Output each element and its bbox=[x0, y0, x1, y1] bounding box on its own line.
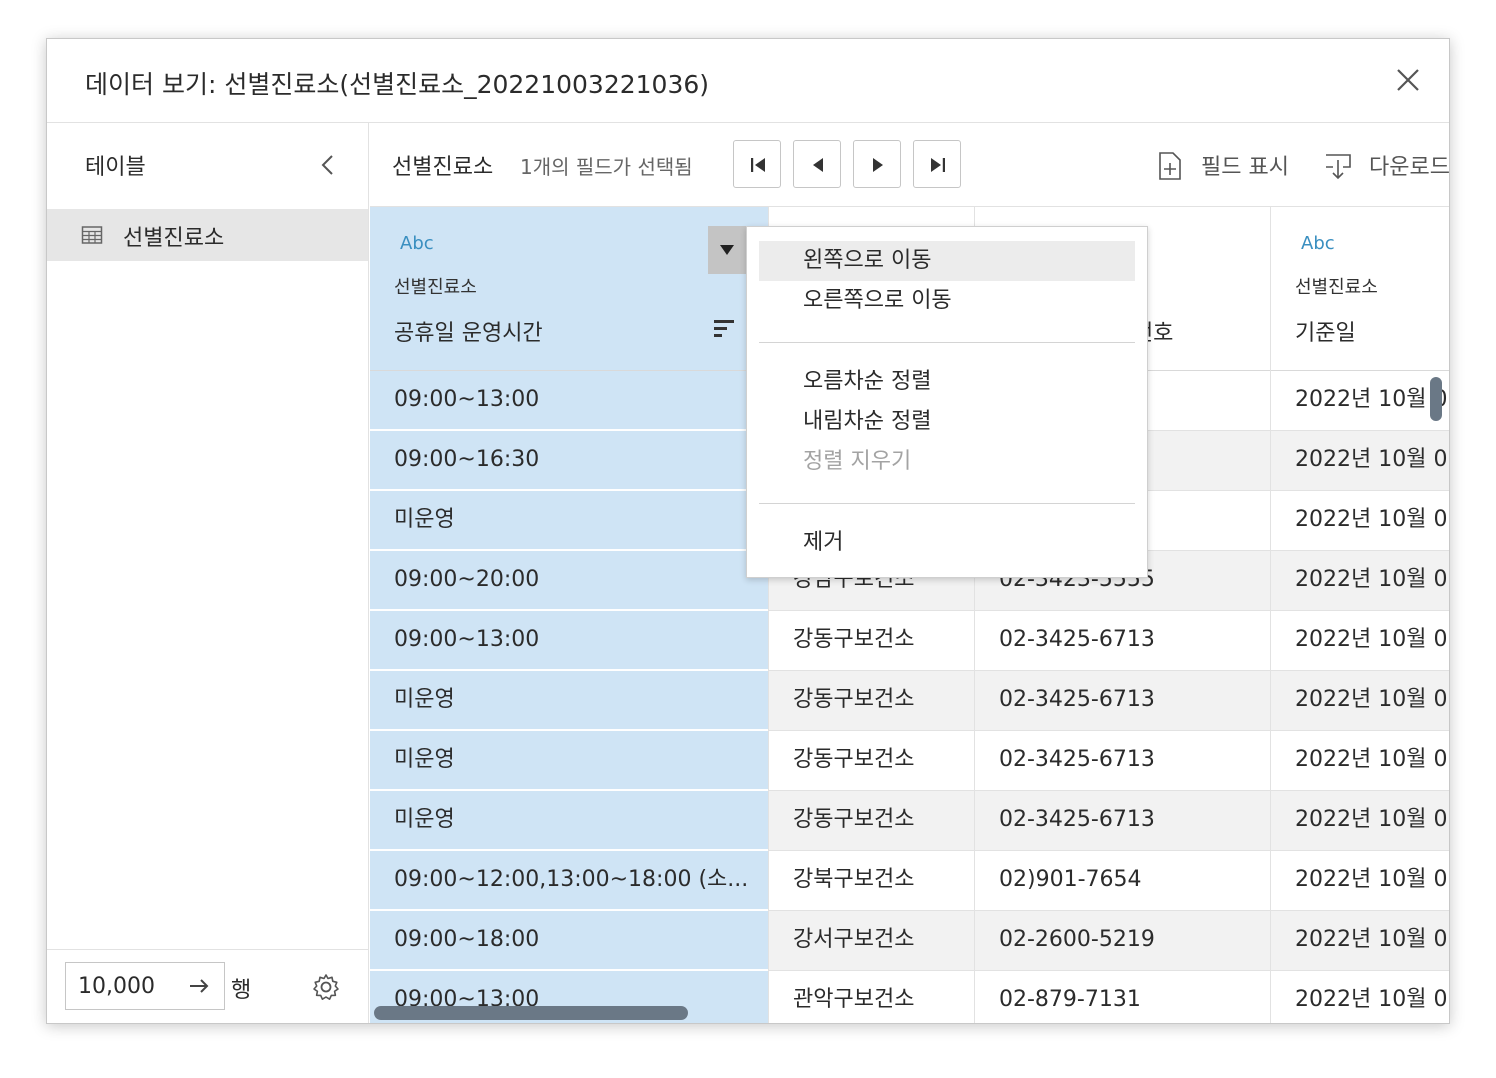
menu-item-sort-ascending[interactable]: 오름차순 정렬 bbox=[759, 362, 1135, 402]
table-cell[interactable]: 강동구보건소 bbox=[769, 671, 974, 731]
table-cell[interactable]: 2022년 10월 0 bbox=[1271, 791, 1449, 851]
vertical-scrollbar[interactable] bbox=[1430, 377, 1442, 421]
table-cell[interactable]: 09:00~20:00 bbox=[370, 551, 768, 611]
table-cell[interactable]: 09:00~18:00 bbox=[370, 911, 768, 971]
table-cell[interactable]: 02)901-7654 bbox=[975, 851, 1270, 911]
previous-page-button[interactable] bbox=[793, 140, 841, 188]
sidebar-footer: 행 bbox=[47, 949, 368, 1023]
caret-down-icon bbox=[720, 245, 734, 255]
table-cell[interactable]: 02-3425-6713 bbox=[975, 791, 1270, 851]
show-fields-button[interactable]: 필드 표시 bbox=[1155, 143, 1295, 187]
chevron-left-icon bbox=[321, 155, 333, 175]
sidebar-item-table[interactable]: 선별진료소 bbox=[47, 209, 368, 261]
column-cells: 2022년 10월 0 2022년 10월 0 2022년 10월 0 2022… bbox=[1271, 371, 1449, 1023]
table-cell[interactable]: 미운영 bbox=[370, 731, 768, 791]
table-cell[interactable]: 02-3425-6713 bbox=[975, 611, 1270, 671]
column-type-label: Abc bbox=[1301, 233, 1335, 254]
table-cell[interactable]: 09:00~13:00 bbox=[370, 371, 768, 431]
sort-icon[interactable] bbox=[712, 317, 736, 341]
rows-label: 행 bbox=[231, 978, 252, 1003]
menu-item-clear-sort: 정렬 지우기 bbox=[803, 449, 912, 474]
table-cell[interactable]: 강동구보건소 bbox=[769, 611, 974, 671]
table-cell[interactable]: 강서구보건소 bbox=[769, 911, 974, 971]
download-icon bbox=[1326, 154, 1351, 180]
sidebar: 테이블 선별진료소 행 bbox=[47, 123, 369, 1023]
table-cell[interactable]: 미운영 bbox=[370, 491, 768, 551]
menu-item-move-right[interactable]: 오른쪽으로 이동 bbox=[759, 281, 1135, 321]
column-name-label: 공휴일 운영시간 bbox=[394, 321, 543, 346]
menu-item-remove[interactable]: 제거 bbox=[759, 523, 1135, 563]
table-cell[interactable]: 2022년 10월 0 bbox=[1271, 671, 1449, 731]
gear-icon bbox=[313, 974, 339, 1000]
show-fields-label: 필드 표시 bbox=[1201, 155, 1289, 180]
table-cell[interactable]: 2022년 10월 0 bbox=[1271, 431, 1449, 491]
close-button[interactable] bbox=[1393, 65, 1423, 95]
column-source-label: 선별진료소 bbox=[1295, 277, 1378, 298]
menu-item-move-left[interactable]: 왼쪽으로 이동 bbox=[759, 241, 1135, 281]
table-cell[interactable]: 2022년 10월 0 bbox=[1271, 551, 1449, 611]
toolbar: 선별진료소 1개의 필드가 선택됨 필드 표시 다운로드 bbox=[370, 123, 1450, 207]
column-header[interactable]: Abc 선별진료소 기준일 bbox=[1271, 207, 1449, 371]
table-icon bbox=[81, 226, 103, 244]
download-label: 다운로드 bbox=[1369, 155, 1450, 180]
table-cell[interactable]: 2022년 10월 0 bbox=[1271, 851, 1449, 911]
horizontal-scrollbar[interactable] bbox=[374, 1006, 688, 1020]
column-name-label: 기준일 bbox=[1295, 321, 1356, 346]
last-page-button[interactable] bbox=[913, 140, 961, 188]
table-cell[interactable]: 09:00~13:00 bbox=[370, 611, 768, 671]
column-header[interactable]: Abc 선별진료소 공휴일 운영시간 bbox=[370, 207, 768, 371]
arrow-right-icon[interactable] bbox=[187, 974, 211, 998]
column-holiday-hours[interactable]: Abc 선별진료소 공휴일 운영시간 09:00~13:00 09:00~16:… bbox=[370, 207, 768, 1023]
table-cell[interactable]: 09:00~16:30 bbox=[370, 431, 768, 491]
add-field-icon bbox=[1159, 152, 1181, 180]
table-cell[interactable]: 02-879-7131 bbox=[975, 971, 1270, 1023]
table-cell[interactable]: 02-3425-6713 bbox=[975, 731, 1270, 791]
menu-separator bbox=[759, 342, 1135, 343]
triangle-right-icon bbox=[873, 158, 883, 172]
dialog-header: 데이터 보기: 선별진료소(선별진료소_20221003221036) bbox=[47, 39, 1449, 123]
table-cell[interactable]: 2022년 10월 0 bbox=[1271, 731, 1449, 791]
selected-fields-status: 1개의 필드가 선택됨 bbox=[520, 155, 693, 179]
menu-item-sort-descending[interactable]: 내림차순 정렬 bbox=[759, 402, 1135, 442]
first-page-button[interactable] bbox=[733, 140, 781, 188]
table-cell[interactable]: 02-2600-5219 bbox=[975, 911, 1270, 971]
column-cells: 09:00~13:00 09:00~16:30 미운영 09:00~20:00 … bbox=[370, 371, 768, 1023]
table-cell[interactable]: 2022년 10월 0 bbox=[1271, 371, 1449, 431]
table-cell[interactable]: 미운영 bbox=[370, 791, 768, 851]
dialog-title: 데이터 보기: 선별진료소(선별진료소_20221003221036) bbox=[85, 70, 710, 99]
collapse-sidebar-button[interactable] bbox=[314, 151, 342, 179]
table-cell[interactable]: 관악구보건소 bbox=[769, 971, 974, 1023]
table-cell[interactable]: 2022년 10월 0 bbox=[1271, 911, 1449, 971]
table-cell[interactable]: 09:00~12:00,13:00~18:00 (소... bbox=[370, 851, 768, 911]
column-menu-button[interactable] bbox=[708, 226, 746, 274]
table-cell[interactable]: 02-3425-6713 bbox=[975, 671, 1270, 731]
table-cell[interactable]: 2022년 10월 0 bbox=[1271, 491, 1449, 551]
sidebar-header: 테이블 bbox=[47, 123, 368, 207]
download-button[interactable]: 다운로드 bbox=[1323, 143, 1450, 187]
table-cell[interactable]: 2022년 10월 0 bbox=[1271, 611, 1449, 671]
toolbar-table-name: 선별진료소 bbox=[392, 155, 494, 180]
next-page-button[interactable] bbox=[853, 140, 901, 188]
skip-first-icon bbox=[751, 158, 765, 172]
table-cell[interactable]: 강북구보건소 bbox=[769, 851, 974, 911]
column-reference-date[interactable]: Abc 선별진료소 기준일 2022년 10월 0 2022년 10월 0 20… bbox=[1270, 207, 1449, 1023]
table-cell[interactable]: 2022년 10월 0 bbox=[1271, 971, 1449, 1023]
table-cell[interactable]: 미운영 bbox=[370, 671, 768, 731]
column-source-label: 선별진료소 bbox=[394, 277, 477, 298]
sidebar-title: 테이블 bbox=[85, 155, 146, 180]
close-icon bbox=[1397, 69, 1419, 91]
column-context-menu: 왼쪽으로 이동 오른쪽으로 이동 오름차순 정렬 내림차순 정렬 정렬 지우기 … bbox=[746, 226, 1148, 578]
column-type-label: Abc bbox=[400, 233, 434, 254]
menu-separator bbox=[759, 503, 1135, 504]
triangle-left-icon bbox=[813, 158, 823, 172]
settings-button[interactable] bbox=[311, 972, 341, 1002]
table-cell[interactable]: 강동구보건소 bbox=[769, 731, 974, 791]
skip-last-icon bbox=[931, 158, 945, 172]
table-cell[interactable]: 강동구보건소 bbox=[769, 791, 974, 851]
sidebar-item-label: 선별진료소 bbox=[123, 226, 225, 251]
